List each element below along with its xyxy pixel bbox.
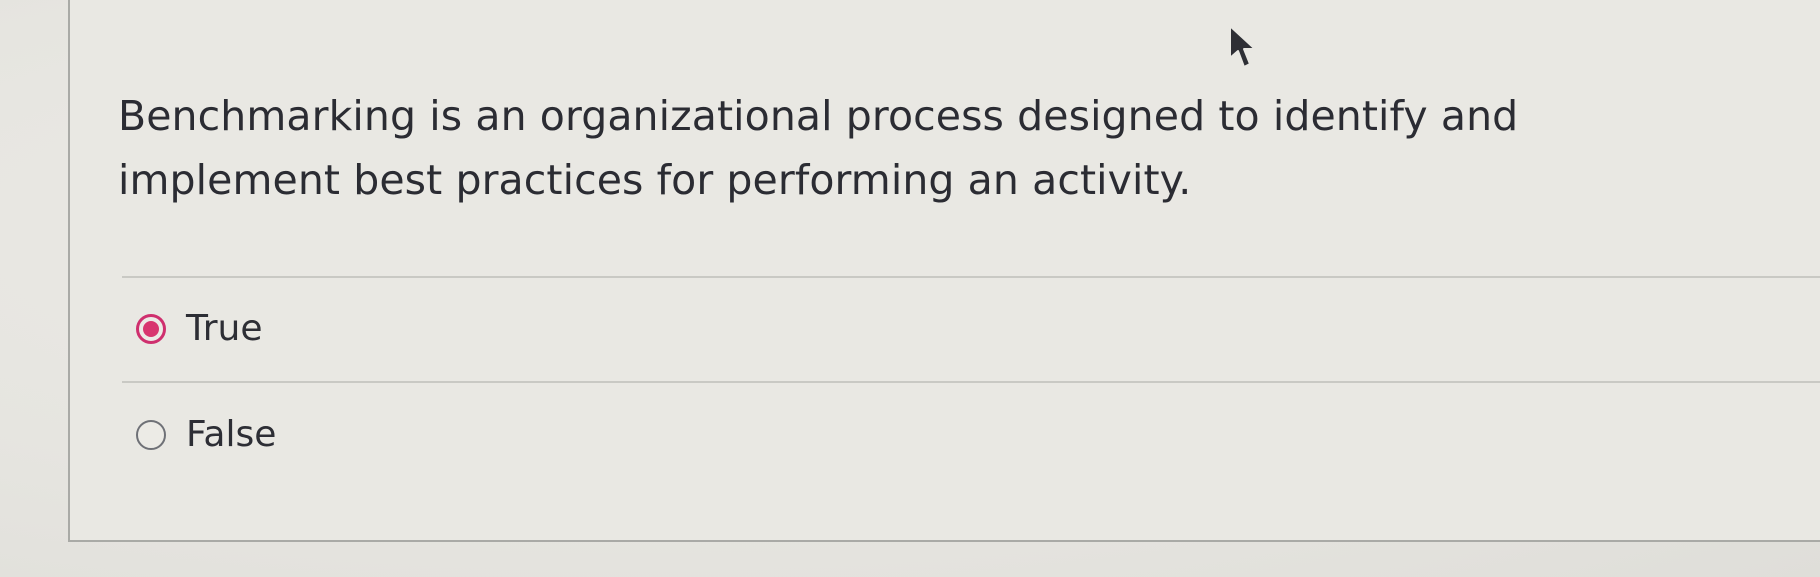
answer-divider-top: [122, 276, 1820, 278]
answer-label-true: True: [186, 308, 263, 349]
radio-selected-icon[interactable]: [136, 314, 166, 344]
answer-label-false: False: [186, 414, 277, 455]
answer-option-false[interactable]: False: [136, 413, 276, 457]
radio-unselected-icon[interactable]: [136, 420, 166, 450]
answer-divider-middle: [122, 381, 1820, 383]
answer-option-true[interactable]: True: [136, 307, 262, 351]
question-card: Benchmarking is an organizational proces…: [68, 0, 1820, 542]
question-text: Benchmarking is an organizational proces…: [118, 92, 1519, 204]
mouse-pointer-icon: [1229, 25, 1256, 68]
